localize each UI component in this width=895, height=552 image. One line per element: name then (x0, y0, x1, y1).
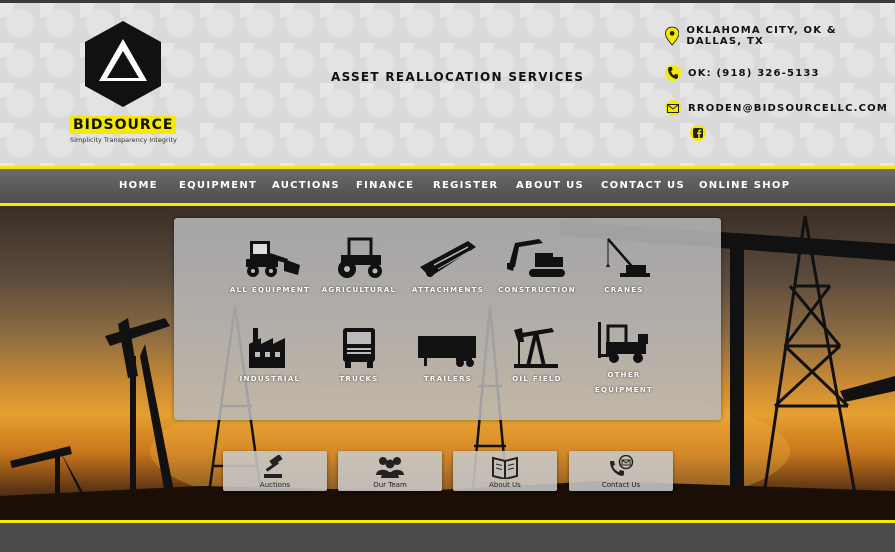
book-icon (492, 456, 518, 479)
brand-tagline: Simplicity Transparency Integrity (70, 136, 177, 144)
category-cranes[interactable]: CRANES (576, 237, 672, 298)
category-agricultural[interactable]: AGRICULTURAL (311, 237, 407, 298)
factory-icon (249, 328, 285, 368)
email-text[interactable]: RRODEN@BIDSOURCELLC.COM (688, 103, 888, 114)
location-row: OKLAHOMA CITY, OK & DALLAS, TX (665, 25, 895, 47)
category-label: CONSTRUCTION (498, 286, 576, 294)
quick-link-label: Contact Us (601, 481, 641, 489)
nav-item-home[interactable]: HOME (119, 180, 158, 191)
category-label: ALL EQUIPMENT (229, 286, 311, 294)
category-trucks[interactable]: TRUCKS (311, 326, 407, 387)
quick-link-auctions[interactable]: Auctions (223, 451, 327, 491)
nav-item-equipment[interactable]: EQUIPMENT (179, 180, 257, 191)
mail-icon (665, 100, 681, 116)
category-label: OIL FIELD (512, 375, 562, 383)
truck-icon (343, 328, 375, 368)
category-label: INDUSTRIAL (239, 375, 301, 383)
excavator-icon (507, 239, 565, 277)
nav-item-about-us[interactable]: ABOUT US (516, 180, 584, 191)
phone-row[interactable]: OK: (918) 326-5133 (665, 65, 820, 81)
gavel-icon (264, 455, 283, 478)
location-text: OKLAHOMA CITY, OK & DALLAS, TX (686, 25, 837, 47)
bidsource-logo-icon[interactable] (85, 21, 161, 107)
team-icon (376, 457, 404, 478)
quick-link-our-team[interactable]: Our Team (338, 451, 442, 491)
main-nav: HOME EQUIPMENT AUCTIONS FINANCE REGISTER… (0, 166, 895, 206)
email-row[interactable]: RRODEN@BIDSOURCELLC.COM (665, 100, 888, 116)
facebook-icon[interactable] (690, 125, 706, 141)
category-label-line-1: OTHER (607, 371, 641, 379)
quick-link-label: About Us (489, 481, 521, 489)
phone-text[interactable]: OK: (918) 326-5133 (688, 68, 820, 79)
nav-item-finance[interactable]: FINANCE (356, 180, 414, 191)
category-attachments[interactable]: ATTACHMENTS (400, 237, 496, 298)
pumpjack-icon (514, 328, 558, 368)
category-oil-field[interactable]: OIL FIELD (489, 326, 585, 387)
category-label: TRAILERS (423, 375, 473, 383)
site-header: BIDSOURCE Simplicity Transparency Integr… (0, 0, 895, 166)
map-pin-icon (665, 26, 680, 46)
skid-steer-icon (246, 241, 300, 277)
forklift-icon (598, 322, 648, 363)
category-label: OTHER EQUIPMENT (576, 368, 672, 398)
quick-link-contact-us[interactable]: Contact Us (569, 451, 673, 491)
category-all-equipment[interactable]: ALL EQUIPMENT (222, 237, 318, 298)
quick-link-label: Our Team (373, 481, 407, 489)
category-label-line-2: EQUIPMENT (594, 386, 654, 394)
nav-item-contact-us[interactable]: CONTACT US (601, 180, 685, 191)
phone-icon (665, 65, 681, 81)
footer-band (0, 520, 895, 552)
quick-link-about-us[interactable]: About Us (453, 451, 557, 491)
nav-item-auctions[interactable]: AUCTIONS (272, 180, 340, 191)
phone-mail-icon (610, 455, 634, 476)
nav-item-online-shop[interactable]: ONLINE SHOP (699, 180, 790, 191)
brand-name[interactable]: BIDSOURCE (70, 116, 177, 134)
nav-item-register[interactable]: REGISTER (433, 180, 498, 191)
category-label: CRANES (604, 286, 644, 294)
category-label: TRUCKS (339, 375, 379, 383)
category-trailers[interactable]: TRAILERS (400, 326, 496, 387)
category-label: AGRICULTURAL (321, 286, 397, 294)
quick-link-label: Auctions (259, 481, 291, 489)
category-other-equipment[interactable]: OTHER EQUIPMENT (576, 320, 672, 398)
tractor-icon (338, 237, 382, 278)
category-label: ATTACHMENTS (411, 286, 485, 294)
category-construction[interactable]: CONSTRUCTION (489, 237, 585, 298)
trailer-icon (418, 336, 476, 367)
service-title: ASSET REALLOCATION SERVICES (331, 70, 585, 84)
crane-icon (606, 238, 650, 277)
header-attachment-icon (420, 241, 476, 277)
category-industrial[interactable]: INDUSTRIAL (222, 326, 318, 387)
